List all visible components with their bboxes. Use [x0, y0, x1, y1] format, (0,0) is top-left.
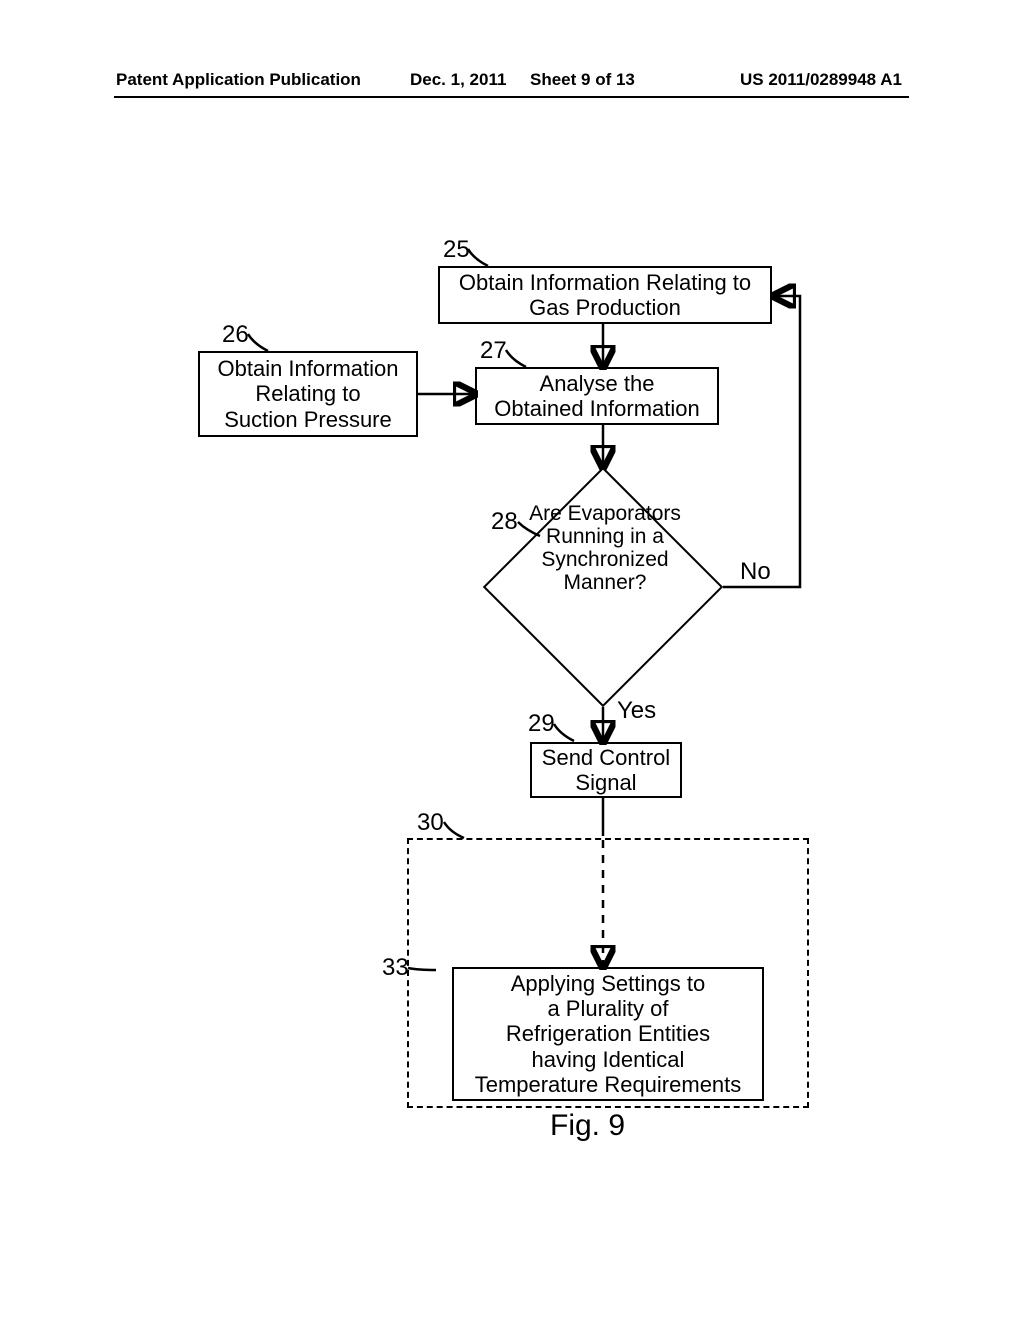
connector-lines	[0, 0, 1024, 1320]
process-box-25-text: Obtain Information Relating to Gas Produ…	[459, 270, 751, 321]
process-box-29: Send Control Signal	[530, 742, 682, 798]
process-box-33-text: Applying Settings to a Plurality of Refr…	[475, 971, 742, 1097]
process-box-29-text: Send Control Signal	[542, 745, 670, 796]
process-box-26-text: Obtain Information Relating to Suction P…	[218, 356, 399, 432]
ref-label-28: 28	[491, 508, 518, 536]
ref-label-30: 30	[417, 809, 444, 837]
ref-label-25: 25	[443, 236, 470, 264]
figure-label: Fig. 9	[550, 1109, 625, 1143]
process-box-26: Obtain Information Relating to Suction P…	[198, 351, 418, 437]
page: Patent Application Publication Dec. 1, 2…	[0, 0, 1024, 1320]
ref-label-33: 33	[382, 954, 409, 982]
decision-diamond-28-text: Are Evaporators Running in a Synchronize…	[525, 502, 685, 594]
ref-label-27: 27	[480, 337, 507, 365]
process-box-25: Obtain Information Relating to Gas Produ…	[438, 266, 772, 324]
ref-label-26: 26	[222, 321, 249, 349]
ref-label-29: 29	[528, 710, 555, 738]
edge-label-yes: Yes	[617, 697, 656, 725]
process-box-27: Analyse the Obtained Information	[475, 367, 719, 425]
flowchart: Obtain Information Relating to Gas Produ…	[0, 0, 1024, 1320]
process-box-27-text: Analyse the Obtained Information	[494, 371, 699, 422]
process-box-33: Applying Settings to a Plurality of Refr…	[452, 967, 764, 1101]
edge-label-no: No	[740, 558, 771, 586]
